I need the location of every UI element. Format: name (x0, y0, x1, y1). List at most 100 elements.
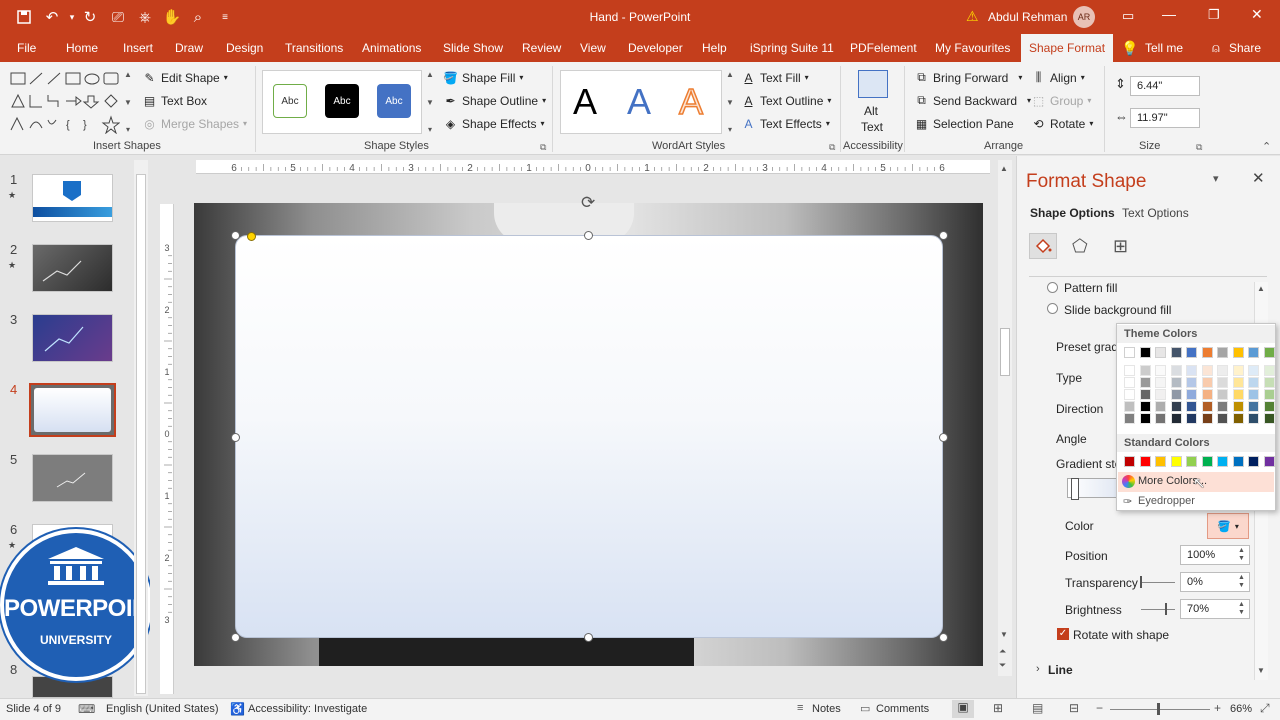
theme-color-shade-swatch[interactable] (1186, 401, 1197, 412)
tab-ispring[interactable]: iSpring Suite 11 (750, 34, 834, 62)
theme-color-shade-swatch[interactable] (1217, 401, 1228, 412)
pattern-fill-radio[interactable] (1047, 282, 1058, 293)
warning-icon[interactable]: ⚠ (966, 8, 979, 25)
text-fill-button[interactable]: A Text Fill ▾ (741, 70, 808, 85)
theme-color-shade-swatch[interactable] (1232, 413, 1244, 424)
theme-color-shade-swatch[interactable] (1263, 377, 1275, 388)
theme-color-shade-swatch[interactable] (1248, 377, 1259, 388)
comments-icon[interactable]: ▭ (860, 702, 870, 715)
zoom-in-icon[interactable]: + (1214, 701, 1221, 715)
tab-file[interactable]: File (17, 34, 36, 62)
scroll-up-icon[interactable]: ▲ (1257, 284, 1265, 293)
normal-view-icon[interactable]: ▣ (952, 700, 974, 718)
theme-color-shade-swatch[interactable] (1217, 365, 1228, 376)
slide-bg-fill-radio[interactable] (1047, 303, 1058, 314)
theme-color-shade-swatch[interactable] (1186, 389, 1197, 400)
chevron-right-icon[interactable]: › (1036, 663, 1040, 675)
theme-color-shade-swatch[interactable] (1232, 365, 1244, 376)
theme-color-shade-swatch[interactable] (1186, 377, 1197, 388)
editor-vertical-scrollbar[interactable]: ▲ ▼ ⏶ ⏷ (998, 160, 1012, 676)
standard-color-swatch[interactable] (1170, 456, 1182, 467)
theme-color-swatch[interactable] (1232, 347, 1244, 358)
fill-line-tab[interactable] (1029, 233, 1057, 259)
standard-color-swatch[interactable] (1263, 456, 1275, 467)
slide-thumbnail-4-selected[interactable] (29, 383, 116, 437)
theme-color-shade-swatch[interactable] (1263, 365, 1275, 376)
theme-color-shade-swatch[interactable] (1124, 401, 1135, 412)
merge-shapes-button[interactable]: ◎ Merge Shapes ▾ (142, 116, 247, 131)
tab-insert[interactable]: Insert (123, 34, 153, 62)
wordart-blue[interactable]: A (627, 81, 651, 123)
theme-color-swatch[interactable] (1155, 347, 1166, 358)
theme-color-shade-swatch[interactable] (1170, 365, 1182, 376)
standard-color-swatch[interactable] (1248, 456, 1259, 467)
theme-color-shade-swatch[interactable] (1155, 413, 1166, 424)
avatar[interactable]: AR (1073, 6, 1095, 28)
theme-color-shade-swatch[interactable] (1263, 413, 1275, 424)
wordart-black[interactable]: A (573, 81, 597, 123)
previous-slide-icon[interactable]: ⏶ (999, 646, 1006, 657)
shape-styles-scroll[interactable]: ▲ ▼ ▾ (424, 70, 436, 134)
send-backward-button[interactable]: ⧉ Send Backward ▾ (914, 93, 1031, 108)
tab-review[interactable]: Review (522, 34, 561, 62)
theme-color-shade-swatch[interactable] (1217, 389, 1228, 400)
selection-pane-button[interactable]: ▦ Selection Pane (914, 116, 1014, 131)
slide-canvas[interactable] (194, 203, 983, 666)
slideshow-view-icon[interactable]: ⊟ (1069, 701, 1079, 715)
theme-color-shade-swatch[interactable] (1124, 413, 1135, 424)
wordart-orange-outline[interactable]: A (678, 80, 704, 123)
resize-handle-top-left[interactable] (231, 231, 240, 240)
tab-my-favourites[interactable]: My Favourites (935, 34, 1010, 62)
theme-color-shade-swatch[interactable] (1139, 401, 1151, 412)
theme-color-shade-swatch[interactable] (1124, 365, 1135, 376)
standard-color-swatch[interactable] (1155, 456, 1166, 467)
resize-handle-left[interactable] (231, 433, 240, 442)
scroll-down-icon[interactable]: ▼ (1257, 666, 1265, 675)
shapes-gallery[interactable]: {} (8, 70, 121, 135)
text-effects-button[interactable]: A Text Effects ▾ (741, 116, 829, 131)
resize-handle-bottom[interactable] (584, 633, 593, 642)
dialog-launcher-icon[interactable]: ⧉ (540, 142, 546, 153)
language-status[interactable]: English (United States) (106, 703, 219, 715)
tab-design[interactable]: Design (226, 34, 263, 62)
theme-color-shade-swatch[interactable] (1139, 365, 1151, 376)
style-swatch-outline[interactable]: Abc (273, 84, 307, 118)
zoom-out-icon[interactable]: − (1096, 701, 1103, 715)
theme-color-shade-swatch[interactable] (1170, 413, 1182, 424)
rotate-with-shape-checkbox[interactable]: ✓ (1057, 628, 1069, 640)
theme-color-shade-swatch[interactable] (1217, 413, 1228, 424)
theme-color-shade-swatch[interactable] (1201, 389, 1213, 400)
theme-color-swatch[interactable] (1248, 347, 1259, 358)
theme-color-shade-swatch[interactable] (1139, 377, 1151, 388)
theme-color-shade-swatch[interactable] (1201, 365, 1213, 376)
slide-thumbnail-2[interactable] (32, 244, 113, 292)
effects-pentagon-icon[interactable]: ⬠ (1072, 236, 1088, 257)
resize-handle-bottom-left[interactable] (231, 633, 240, 642)
theme-color-swatch[interactable] (1186, 347, 1197, 358)
color-picker-button[interactable]: 🪣 ▾ (1207, 513, 1249, 539)
theme-color-shade-swatch[interactable] (1155, 401, 1166, 412)
theme-color-shade-swatch[interactable] (1217, 377, 1228, 388)
theme-color-shade-swatch[interactable] (1201, 401, 1213, 412)
slide-thumbnail-5[interactable] (32, 454, 113, 502)
theme-color-shade-swatch[interactable] (1124, 377, 1135, 388)
resize-handle-top-right[interactable] (939, 231, 948, 240)
dialog-launcher-icon[interactable]: ⧉ (1196, 142, 1202, 153)
dialog-launcher-icon[interactable]: ⧉ (829, 142, 835, 153)
theme-color-shade-swatch[interactable] (1170, 377, 1182, 388)
position-spinner[interactable]: ▲ ▼ (1238, 547, 1245, 563)
tab-tell-me[interactable]: Tell me (1145, 34, 1183, 62)
theme-color-swatch[interactable] (1124, 347, 1135, 358)
theme-color-shade-swatch[interactable] (1248, 413, 1259, 424)
theme-color-shade-swatch[interactable] (1232, 401, 1244, 412)
zoom-slider[interactable] (1110, 709, 1210, 710)
pane-close-icon[interactable]: ✕ (1252, 169, 1265, 187)
share-button[interactable]: Share (1229, 34, 1261, 62)
group-button[interactable]: ⬚ Group ▾ (1031, 93, 1092, 108)
brightness-spinner[interactable]: ▲ ▼ (1238, 601, 1245, 617)
ribbon-display-icon[interactable]: ▭ (1122, 8, 1134, 24)
tab-view[interactable]: View (580, 34, 606, 62)
resize-handle-bottom-right[interactable] (939, 633, 948, 642)
theme-color-shade-swatch[interactable] (1201, 413, 1213, 424)
thumbnails-scrollbar[interactable] (134, 160, 148, 696)
